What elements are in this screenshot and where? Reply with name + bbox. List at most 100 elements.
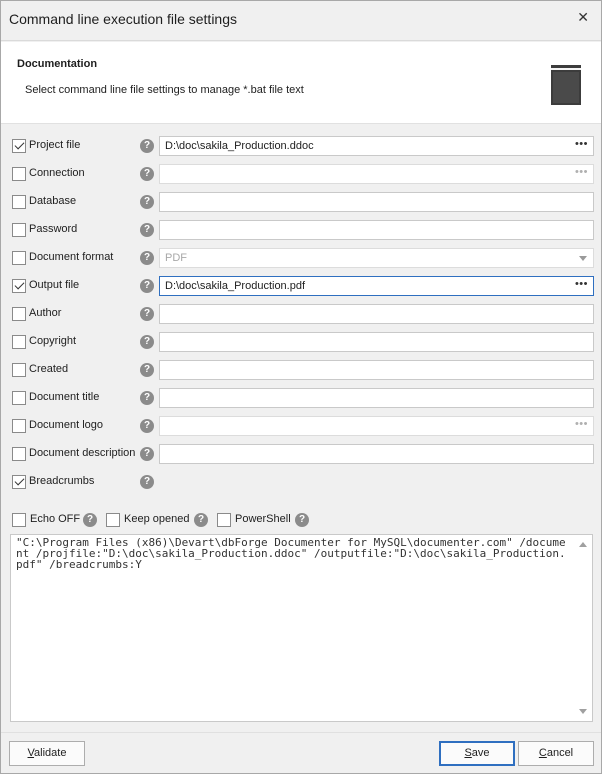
password-input[interactable] (159, 220, 594, 240)
document-logo-help-icon[interactable]: ? (140, 419, 154, 433)
project-file-help-icon[interactable]: ? (140, 139, 154, 153)
document-format-checkbox[interactable] (12, 251, 26, 265)
field-row-document-logo: Document logo? ••• (1, 415, 601, 437)
project-file-browse-button[interactable]: ••• (575, 138, 588, 150)
connection-input[interactable]: ••• (159, 164, 594, 184)
output-file-help-icon[interactable]: ? (140, 279, 154, 293)
author-input[interactable] (159, 304, 594, 324)
echo-off-label: Echo OFF (30, 513, 81, 525)
save-button[interactable]: Save (439, 741, 515, 766)
password-label: Password (29, 223, 78, 235)
connection-label: Connection (29, 167, 85, 179)
project-file-input[interactable]: D:\doc\sakila_Production.ddoc ••• (159, 136, 594, 156)
database-input[interactable] (159, 192, 594, 212)
document-format-label: Document format (29, 251, 114, 263)
project-file-checkbox[interactable] (12, 139, 26, 153)
output-file-input[interactable]: D:\doc\sakila_Production.pdf ••• (159, 276, 594, 296)
created-checkbox[interactable] (12, 363, 26, 377)
keep-opened-option[interactable]: Keep opened ? (106, 509, 216, 531)
field-row-document-description: Document description? (1, 443, 601, 465)
password-help-icon[interactable]: ? (140, 223, 154, 237)
field-row-password: Password? (1, 219, 601, 241)
book-icon (551, 65, 581, 105)
scroll-down-icon[interactable] (579, 709, 587, 714)
database-label: Database (29, 195, 77, 207)
vertical-scrollbar[interactable] (575, 536, 591, 720)
document-title-label: Document title (29, 391, 100, 403)
cancel-button-accelerator: C (538, 747, 547, 759)
document-format-input[interactable]: PDF (159, 248, 594, 268)
keep-opened-help-icon[interactable]: ? (194, 513, 208, 527)
powershell-option[interactable]: PowerShell ? (217, 509, 317, 531)
breadcrumbs-label: Breadcrumbs (29, 475, 95, 487)
created-input[interactable] (159, 360, 594, 380)
field-row-database: Database? (1, 191, 601, 213)
output-file-checkbox[interactable] (12, 279, 26, 293)
document-logo-checkbox[interactable] (12, 419, 26, 433)
document-title-input[interactable] (159, 388, 594, 408)
author-checkbox[interactable] (12, 307, 26, 321)
command-text[interactable]: "C:\Program Files (x86)\Devart\dbForge D… (16, 537, 571, 570)
connection-browse-button[interactable]: ••• (575, 166, 588, 178)
copyright-input[interactable] (159, 332, 594, 352)
footer-divider (1, 732, 601, 733)
connection-help-icon[interactable]: ? (140, 167, 154, 181)
output-file-label: Output file (29, 279, 80, 291)
created-label: Created (29, 363, 69, 375)
powershell-label: PowerShell (235, 513, 291, 525)
cancel-button[interactable]: Cancel (518, 741, 594, 766)
document-logo-input[interactable]: ••• (159, 416, 594, 436)
window-title: Command line execution file settings (9, 11, 238, 27)
keep-opened-checkbox[interactable] (106, 513, 120, 527)
project-file-value: D:\doc\sakila_Production.ddoc (165, 140, 314, 152)
save-button-accelerator: S (464, 747, 472, 759)
document-description-input[interactable] (159, 444, 594, 464)
copyright-label: Copyright (29, 335, 77, 347)
database-help-icon[interactable]: ? (140, 195, 154, 209)
document-title-checkbox[interactable] (12, 391, 26, 405)
document-format-value: PDF (165, 252, 187, 264)
settings-dialog: Command line execution file settings ✕ D… (0, 0, 602, 774)
chevron-down-icon[interactable] (579, 256, 587, 261)
powershell-checkbox[interactable] (217, 513, 231, 527)
command-textarea[interactable]: "C:\Program Files (x86)\Devart\dbForge D… (10, 534, 593, 722)
options-row: Echo OFF ? Keep opened ? PowerShell ? (1, 509, 601, 531)
field-row-author: Author? (1, 303, 601, 325)
connection-checkbox[interactable] (12, 167, 26, 181)
echo-off-checkbox[interactable] (12, 513, 26, 527)
breadcrumbs-help-icon[interactable]: ? (140, 475, 154, 489)
powershell-help-icon[interactable]: ? (295, 513, 309, 527)
field-row-breadcrumbs: Breadcrumbs? (1, 471, 601, 493)
scroll-up-icon[interactable] (579, 542, 587, 547)
document-logo-label: Document logo (29, 419, 103, 431)
database-checkbox[interactable] (12, 195, 26, 209)
document-description-label: Document description (29, 447, 136, 459)
validate-button[interactable]: Validate (9, 741, 85, 766)
document-description-checkbox[interactable] (12, 447, 26, 461)
author-label: Author (29, 307, 62, 319)
copyright-checkbox[interactable] (12, 335, 26, 349)
title-bar: Command line execution file settings ✕ (1, 1, 601, 41)
validate-button-accelerator: V (27, 747, 35, 759)
output-file-browse-button[interactable]: ••• (575, 278, 588, 290)
field-row-output-file: Output file? D:\doc\sakila_Production.pdf… (1, 275, 601, 297)
created-help-icon[interactable]: ? (140, 363, 154, 377)
field-row-copyright: Copyright? (1, 331, 601, 353)
field-row-project-file: Project file? D:\doc\sakila_Production.dd… (1, 135, 601, 157)
author-help-icon[interactable]: ? (140, 307, 154, 321)
echo-off-option[interactable]: Echo OFF ? (12, 509, 102, 531)
breadcrumbs-checkbox[interactable] (12, 475, 26, 489)
document-description-help-icon[interactable]: ? (140, 447, 154, 461)
echo-off-help-icon[interactable]: ? (83, 513, 97, 527)
output-file-value: D:\doc\sakila_Production.pdf (165, 280, 306, 292)
password-checkbox[interactable] (12, 223, 26, 237)
copyright-help-icon[interactable]: ? (140, 335, 154, 349)
field-row-created: Created? (1, 359, 601, 381)
document-logo-browse-button[interactable]: ••• (575, 418, 588, 430)
field-row-connection: Connection? ••• (1, 163, 601, 185)
field-row-document-format: Document format? PDF (1, 247, 601, 269)
close-icon[interactable]: ✕ (577, 9, 589, 26)
document-title-help-icon[interactable]: ? (140, 391, 154, 405)
document-format-help-icon[interactable]: ? (140, 251, 154, 265)
header-title: Documentation (17, 58, 98, 70)
